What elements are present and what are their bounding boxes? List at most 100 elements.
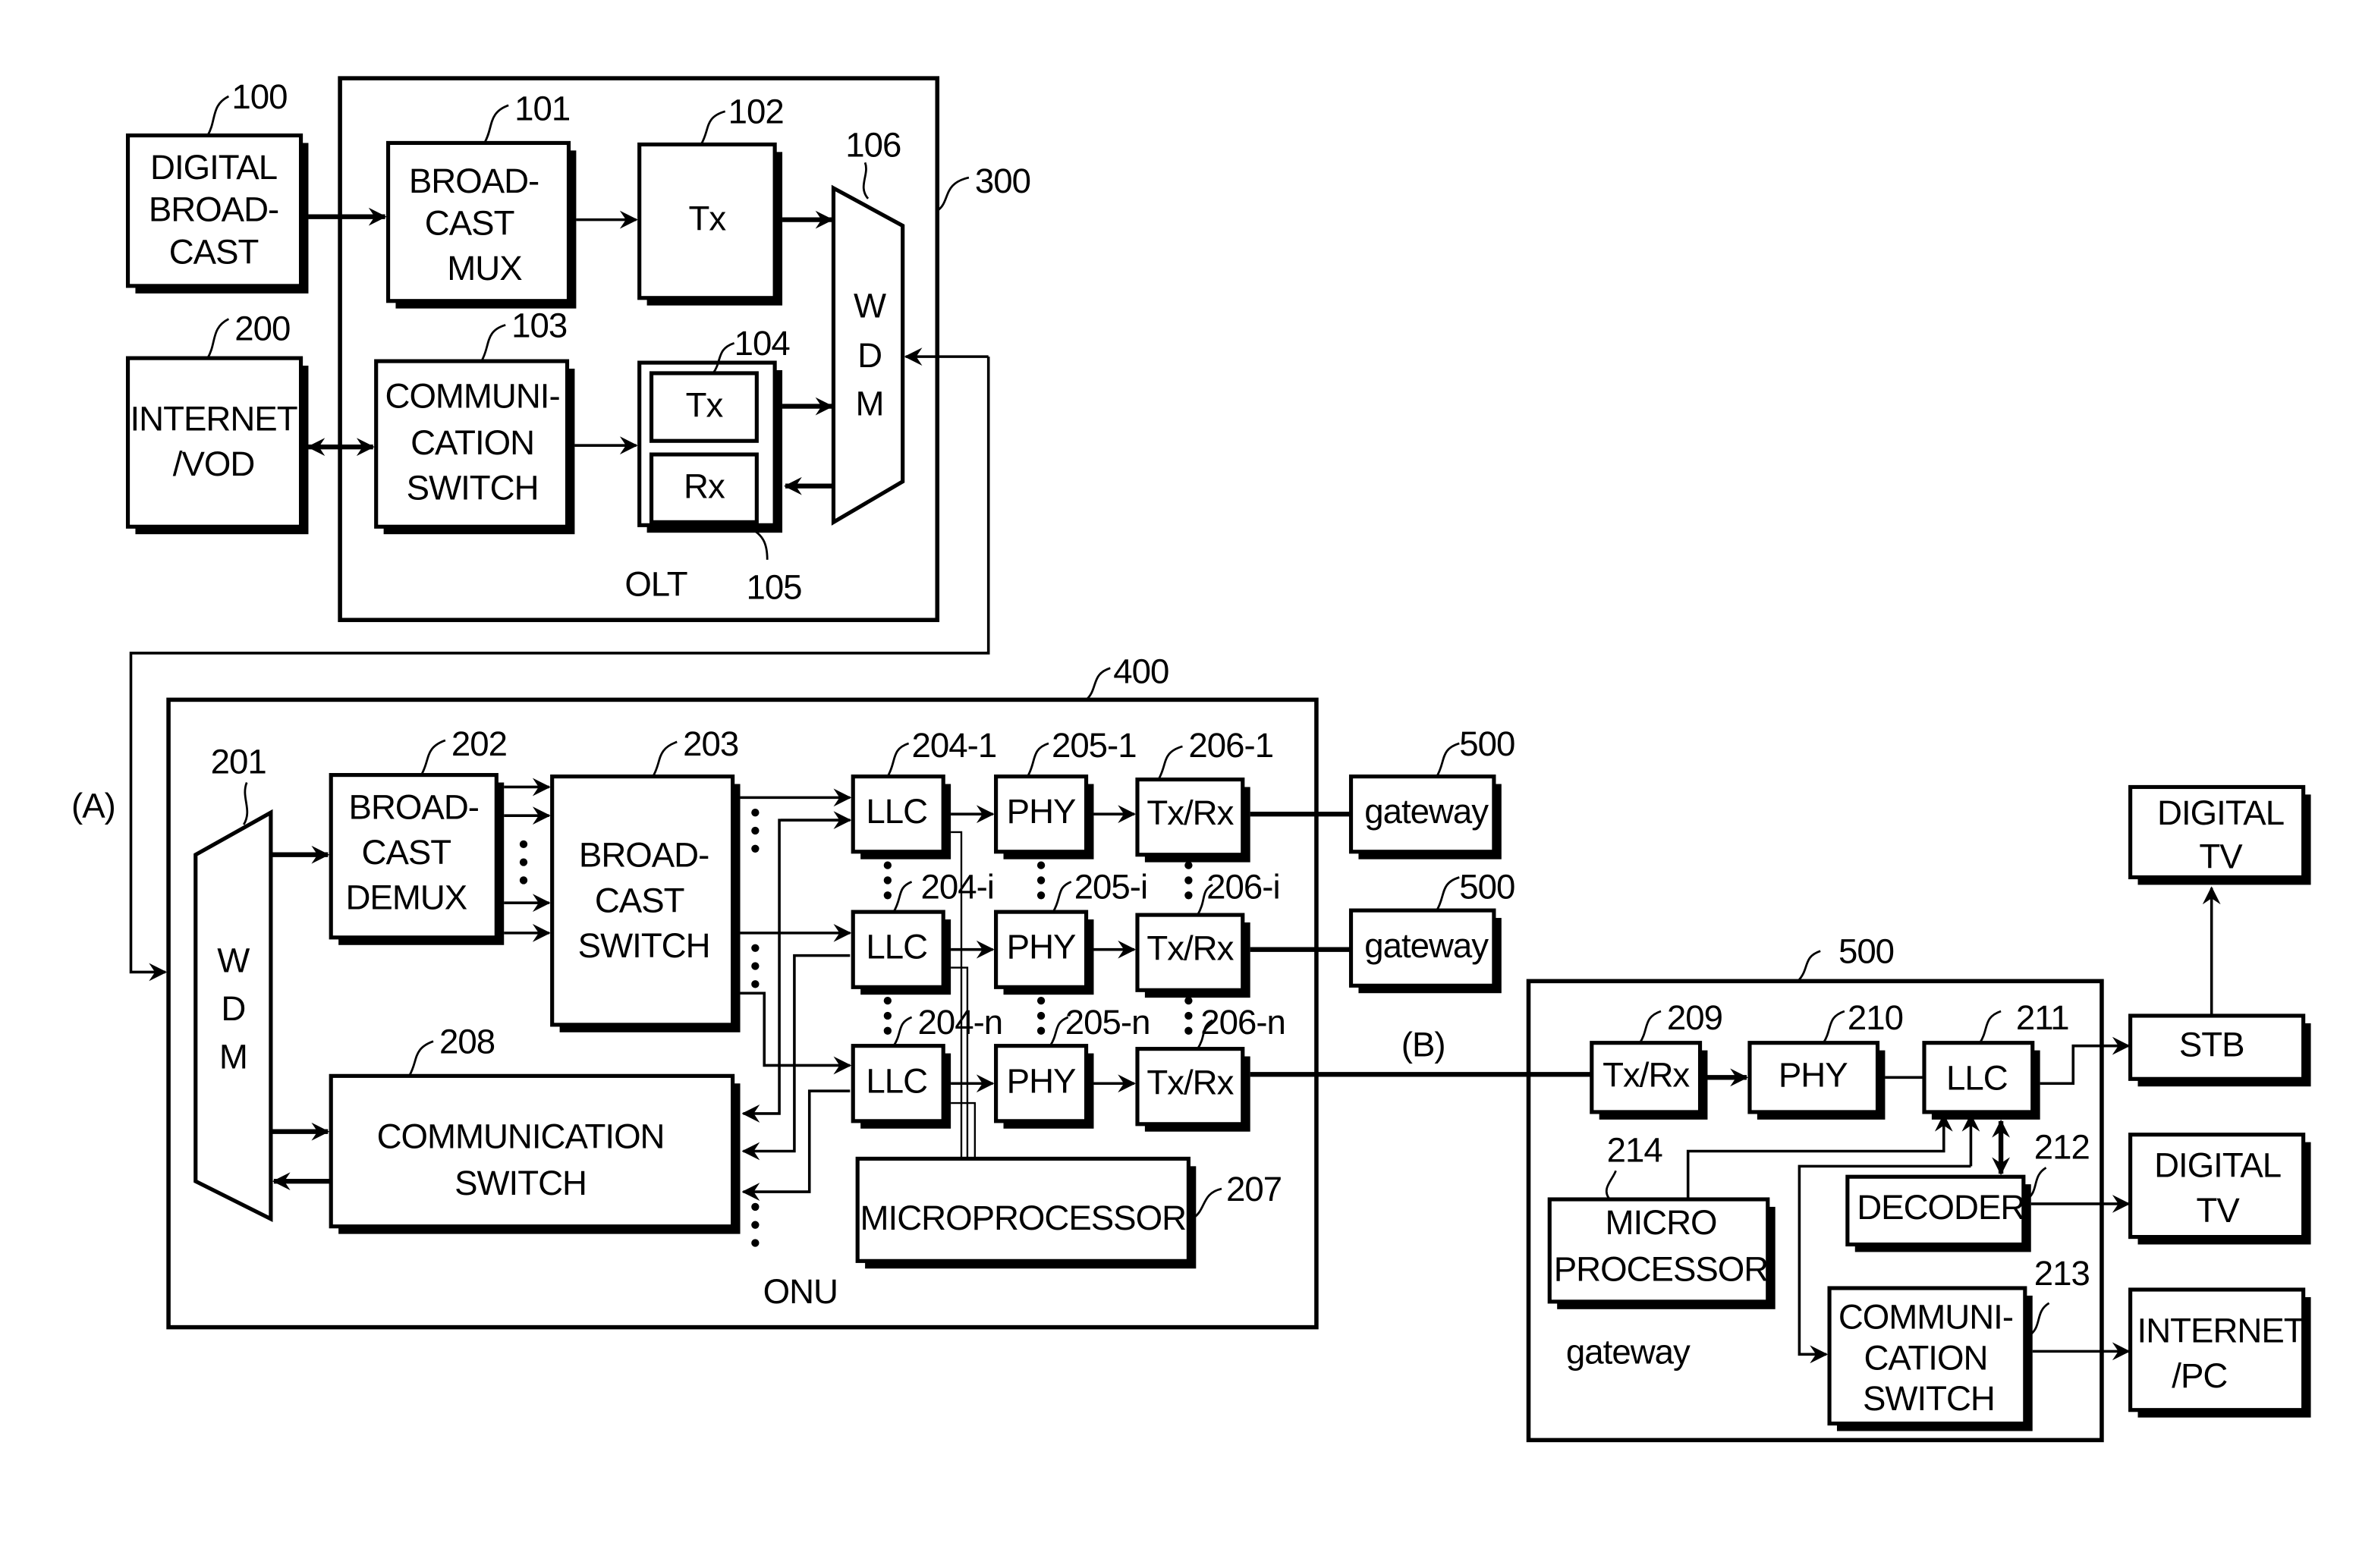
onu-broadcast-demux: BROAD- CAST DEMUX 202: [329, 724, 508, 945]
olt-communication-switch: COMMUNI- CATION SWITCH 103: [374, 306, 575, 535]
onu-bswitch-line-1: BROAD-: [579, 836, 709, 875]
ref-202: 202: [451, 724, 507, 763]
system-block-diagram: DIGITAL BROAD- CAST 100 INTERNET /VOD 20…: [71, 76, 2311, 1443]
external-gateway-2-label: gateway: [1364, 926, 1489, 965]
gateway-phy: PHY 210: [1747, 998, 1904, 1120]
olt-label: OLT: [624, 565, 687, 604]
gateway-phy-label: PHY: [1779, 1055, 1848, 1094]
digital-tv-mid-line-2: TV: [2196, 1191, 2240, 1230]
digital-broadcast-line-1: DIGITAL: [150, 148, 277, 187]
phy-i-label: PHY: [1007, 928, 1076, 966]
ref-103: 103: [511, 306, 567, 344]
onu-demux-line-3: DEMUX: [345, 878, 467, 916]
internet-vod-line-2: /VOD: [173, 445, 255, 483]
olt-transceiver: Tx Rx 104 105: [637, 324, 803, 607]
endpoint-digital-tv-mid: DIGITAL TV: [2128, 1133, 2311, 1245]
ref-204-1: 204-1: [912, 726, 997, 765]
digital-broadcast-line-2: BROAD-: [149, 190, 278, 229]
ref-209: 209: [1667, 998, 1722, 1037]
olt-wdm-letter-d: D: [857, 336, 882, 375]
ref-105: 105: [746, 567, 801, 606]
ref-400: 400: [1113, 652, 1168, 691]
digital-broadcast-line-3: CAST: [169, 232, 259, 271]
txrx-i-label: Tx/Rx: [1146, 929, 1234, 968]
onu-microprocessor: MICROPROCESSOR 207: [855, 1156, 1282, 1269]
stb-label: STB: [2179, 1026, 2244, 1064]
gateway-micro-line-1: MICRO: [1605, 1203, 1716, 1242]
internet-vod-line-1: INTERNET: [131, 399, 297, 438]
digital-broadcast-source: DIGITAL BROAD- CAST 100: [125, 77, 309, 294]
external-gateway-2: gateway 500: [1348, 867, 1515, 994]
onu-communication-switch: COMMUNICATION SWITCH 208: [329, 1023, 741, 1234]
phy-n-label: PHY: [1007, 1061, 1076, 1100]
onu-cswitch-line-2: SWITCH: [455, 1164, 587, 1202]
gateway-llc: LLC 211: [1922, 998, 2070, 1120]
onu-channel-row-n: LLC PHY Tx/Rx 204-n 205-n 206-n: [851, 1003, 1286, 1132]
ref-210: 210: [1848, 998, 1903, 1037]
onu-channel-row-i: LLC PHY Tx/Rx 204-i 205-i 206-i: [851, 867, 1281, 998]
llc-1-label: LLC: [866, 792, 927, 831]
onu-channel-row-1: LLC PHY Tx/Rx 204-1 205-1 206-1: [851, 726, 1274, 863]
ref-104: 104: [734, 324, 791, 363]
gateway-decoder: DECODER 212: [1845, 1127, 2090, 1252]
broadcast-mux-line-2: CAST: [425, 204, 514, 243]
gateway-micro-line-2: PROCESSOR: [1554, 1249, 1768, 1288]
endpoint-digital-tv-top: DIGITAL TV: [2128, 784, 2311, 885]
olt-wdm: W D M 106: [831, 125, 905, 526]
olt-comm-switch-line-1: COMMUNI-: [385, 377, 560, 416]
broadcast-mux-line-3: MUX: [447, 249, 522, 288]
link-b-label: (B): [1401, 1026, 1445, 1064]
broadcast-mux: BROAD- CAST MUX 101: [385, 90, 577, 309]
olt-comm-switch-line-3: SWITCH: [407, 469, 539, 507]
txrx-1-label: Tx/Rx: [1146, 793, 1234, 832]
olt-tx-label: Tx: [689, 200, 727, 238]
ref-206-n: 206-n: [1200, 1003, 1285, 1042]
gateway-microprocessor: MICRO PROCESSOR 214: [1547, 1130, 1776, 1309]
olt-wdm-letter-w: W: [854, 287, 886, 325]
ref-208: 208: [439, 1023, 495, 1061]
ref-500-b: 500: [1459, 867, 1514, 906]
onu-microprocessor-label: MICROPROCESSOR: [860, 1199, 1186, 1237]
gateway-cswitch-line-2: CATION: [1864, 1338, 1987, 1377]
olt-comm-switch-line-2: CATION: [410, 423, 534, 462]
gateway-txrx: Tx/Rx 209: [1590, 998, 1723, 1120]
ref-106: 106: [845, 125, 901, 164]
ref-211: 211: [2016, 998, 2069, 1037]
external-gateway-1: gateway 500: [1348, 724, 1515, 859]
ref-101: 101: [514, 90, 570, 128]
onu-wdm-letter-m: M: [219, 1038, 247, 1076]
ref-212: 212: [2034, 1127, 2090, 1166]
ref-100: 100: [231, 77, 287, 116]
onu-cswitch-line-1: COMMUNICATION: [377, 1117, 665, 1156]
txrx-n-label: Tx/Rx: [1146, 1063, 1234, 1101]
ref-102: 102: [728, 93, 784, 131]
gateway-decoder-label: DECODER: [1857, 1188, 2024, 1227]
onu-demux-line-2: CAST: [362, 833, 451, 872]
ref-300: 300: [975, 162, 1030, 200]
ref-200: 200: [234, 309, 290, 347]
onu-label: ONU: [763, 1272, 838, 1311]
ref-206-i: 206-i: [1206, 867, 1279, 906]
digital-tv-top-line-2: TV: [2199, 837, 2243, 876]
ref-205-n: 205-n: [1065, 1003, 1150, 1042]
internet-vod-source: INTERNET /VOD 200: [125, 309, 309, 535]
onu-wdm-letter-w: W: [217, 941, 250, 980]
gateway-communication-switch: COMMUNI- CATION SWITCH 213: [1827, 1254, 2090, 1431]
llc-n-label: LLC: [866, 1061, 927, 1100]
ref-205-i: 205-i: [1074, 867, 1147, 906]
olt-trx-rx-label: Rx: [684, 467, 725, 506]
onu-bswitch-line-3: SWITCH: [578, 926, 710, 965]
link-a-label: (A): [71, 786, 115, 825]
ref-500-gateway: 500: [1838, 932, 1894, 971]
onu-demux-line-1: BROAD-: [349, 787, 479, 826]
olt-wdm-letter-m: M: [856, 385, 884, 423]
onu-bswitch-line-2: CAST: [595, 881, 684, 919]
ref-205-1: 205-1: [1052, 726, 1137, 765]
gateway-cswitch-line-3: SWITCH: [1863, 1379, 1995, 1418]
internet-pc-line-2: /PC: [2172, 1356, 2227, 1395]
olt-tx: Tx 102: [637, 93, 785, 306]
internet-pc-line-1: INTERNET: [2137, 1312, 2304, 1350]
onu-broadcast-switch: BROAD- CAST SWITCH 203: [550, 724, 741, 1032]
digital-tv-mid-line-1: DIGITAL: [2154, 1145, 2281, 1184]
ref-213: 213: [2034, 1254, 2090, 1293]
